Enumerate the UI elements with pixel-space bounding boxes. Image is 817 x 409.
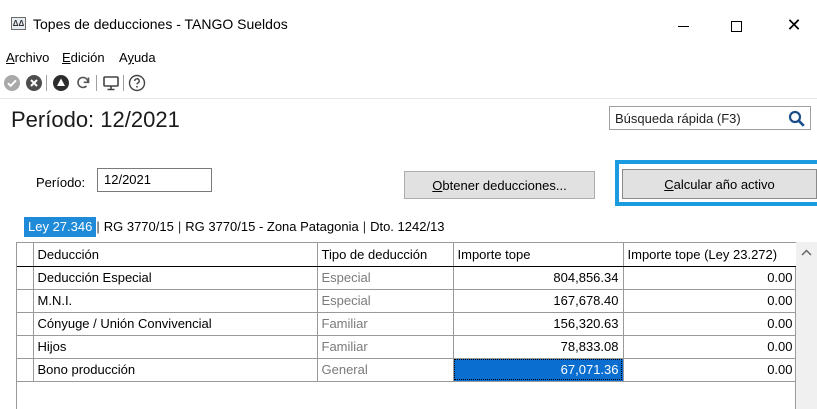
table-row[interactable]: Bono producción General 67,071.36 0.00 [17, 358, 798, 382]
table-row[interactable]: Hijos Familiar 78,833.08 0.00 [17, 335, 798, 359]
table-row[interactable]: Deducción Especial Especial 804,856.34 0… [17, 266, 798, 290]
tab-rg-3770[interactable]: RG 3770/15 [100, 217, 178, 237]
cell-importe-ley[interactable]: 0.00 [623, 289, 798, 313]
cell-importe[interactable]: 156,320.63 [453, 312, 624, 336]
column-header-importe[interactable]: Importe tope [453, 243, 624, 267]
maximize-icon [730, 20, 742, 32]
row-indicator[interactable] [17, 358, 34, 382]
cell-deduccion[interactable]: Cónyuge / Unión Convivencial [33, 312, 318, 336]
cancel-button[interactable] [24, 73, 44, 93]
calcular-accel: C [664, 176, 674, 192]
title-bar: ΔΔ Topes de deducciones - TANGO Sueldos … [0, 0, 817, 44]
refresh-icon [77, 76, 90, 89]
display-button[interactable] [101, 73, 121, 93]
menu-archivo-label: rchivo [14, 50, 50, 65]
grid-header-row: Deducción Tipo de deducción Importe tope… [17, 243, 798, 267]
search-icon[interactable] [787, 109, 807, 129]
calcular-label: alcular año activo [673, 176, 775, 192]
maximize-button[interactable] [713, 8, 759, 44]
close-icon: ✕ [786, 15, 802, 36]
warning-button[interactable] [51, 73, 71, 93]
cell-deduccion[interactable]: Bono producción [33, 358, 318, 382]
window-title: Topes de deducciones - TANGO Sueldos [33, 16, 288, 32]
content-area: Período: 12/2021 Obtener deducciones... … [0, 138, 817, 409]
obtener-label: btener deducciones... [442, 177, 567, 193]
table-row[interactable]: Cónyuge / Unión Convivencial Familiar 15… [17, 312, 798, 336]
tab-dto-1242[interactable]: Dto. 1242/13 [366, 217, 448, 237]
cell-importe-ley[interactable]: 0.00 [623, 312, 798, 336]
cell-importe-ley[interactable]: 0.00 [623, 358, 798, 382]
cell-deduccion[interactable]: M.N.I. [33, 289, 318, 313]
vertical-scrollbar[interactable] [796, 242, 817, 409]
menu-edicion-label: dición [70, 50, 105, 65]
help-icon [128, 74, 146, 92]
table-row[interactable]: M.N.I. Especial 167,678.40 0.00 [17, 289, 798, 313]
cell-tipo[interactable]: Familiar [317, 312, 454, 336]
search-placeholder: Búsqueda rápida (F3) [615, 111, 741, 126]
close-button[interactable]: ✕ [771, 8, 817, 44]
cell-importe-ley[interactable]: 0.00 [623, 266, 798, 290]
row-indicator[interactable] [17, 312, 34, 336]
period-header: Período: 12/2021 Búsqueda rápida (F3) [0, 98, 817, 138]
minimize-button[interactable] [660, 8, 706, 44]
quick-search-input[interactable]: Búsqueda rápida (F3) [609, 106, 811, 130]
menu-ayuda-label: uda [133, 50, 156, 65]
menu-archivo[interactable]: Archivo [6, 50, 49, 65]
cell-tipo[interactable]: Familiar [317, 335, 454, 359]
row-indicator-header [17, 243, 34, 267]
cell-importe-selected[interactable]: 67,071.36 [453, 358, 624, 382]
toolbar-separator-3 [123, 75, 124, 91]
column-header-importe-ley[interactable]: Importe tope (Ley 23.272) [623, 243, 798, 267]
cell-tipo[interactable]: Especial [317, 266, 454, 290]
chevron-up-icon[interactable] [800, 248, 813, 258]
monitor-icon [103, 76, 119, 91]
app-icon: ΔΔ [11, 17, 26, 30]
help-button[interactable] [127, 73, 147, 93]
toolbar [0, 71, 817, 95]
tab-rg-3770-patagonia[interactable]: RG 3770/15 - Zona Patagonia [181, 217, 362, 237]
row-indicator[interactable] [17, 266, 34, 290]
column-header-deduccion[interactable]: Deducción [33, 243, 318, 267]
column-header-tipo[interactable]: Tipo de deducción [317, 243, 454, 267]
cell-importe[interactable]: 804,856.34 [453, 266, 624, 290]
obtener-accel: O [432, 177, 443, 193]
law-tabs: Ley 27.346 | RG 3770/15 | RG 3770/15 - Z… [24, 217, 449, 237]
cell-importe-ley[interactable]: 0.00 [623, 335, 798, 359]
period-input[interactable]: 12/2021 [97, 168, 212, 192]
cell-importe[interactable]: 78,833.08 [453, 335, 624, 359]
menu-bar: Archivo Edición Ayuda [0, 48, 817, 68]
cancel-circle-icon [26, 75, 42, 91]
check-circle-icon [4, 75, 20, 91]
menu-edicion-accel: E [62, 50, 71, 65]
cell-tipo[interactable]: Especial [317, 289, 454, 313]
refresh-button[interactable] [73, 73, 93, 93]
obtener-deducciones-button[interactable]: Obtener deducciones... [404, 171, 595, 199]
calcular-anio-activo-button[interactable]: Calcular año activo [622, 169, 817, 199]
tab-ley-27346[interactable]: Ley 27.346 [24, 217, 97, 237]
cell-importe[interactable]: 167,678.40 [453, 289, 624, 313]
toolbar-separator [46, 75, 47, 91]
row-indicator[interactable] [17, 335, 34, 359]
menu-edicion[interactable]: Edición [62, 50, 105, 65]
period-label: Período: [36, 175, 86, 190]
toolbar-separator-2 [96, 75, 97, 91]
row-indicator[interactable] [17, 289, 34, 313]
menu-ayuda[interactable]: Ayuda [119, 50, 156, 65]
menu-archivo-accel: A [6, 50, 15, 65]
page-title: Período: 12/2021 [11, 107, 180, 132]
minimize-icon [677, 25, 689, 27]
warning-triangle-icon [53, 75, 69, 91]
cell-deduccion[interactable]: Deducción Especial [33, 266, 318, 290]
deductions-grid: Deducción Tipo de deducción Importe tope… [16, 242, 798, 409]
cell-deduccion[interactable]: Hijos [33, 335, 318, 359]
accept-button[interactable] [2, 73, 22, 93]
cell-tipo[interactable]: General [317, 358, 454, 382]
